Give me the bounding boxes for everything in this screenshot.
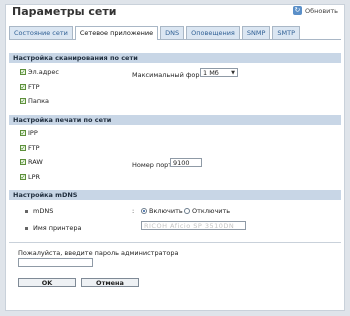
tab-notifications[interactable]: Оповещения (186, 26, 240, 39)
divider (9, 242, 341, 243)
checkbox-icon[interactable]: ✓ (20, 98, 26, 104)
tab-bar: Состояние сети Сетевое приложение DNS Оп… (9, 26, 341, 40)
tab-dns[interactable]: DNS (160, 26, 185, 39)
tab-smtp[interactable]: SMTP (272, 26, 300, 39)
tab-snmp[interactable]: SNMP (241, 26, 271, 39)
checkbox-icon[interactable]: ✓ (20, 145, 26, 151)
mdns-label-row: mDNS (25, 207, 53, 215)
cancel-button[interactable]: Отмена (81, 278, 139, 287)
tab-network-application[interactable]: Сетевое приложение (74, 26, 159, 40)
print-lpr-option[interactable]: ✓ LPR (20, 173, 40, 181)
checkbox-icon[interactable]: ✓ (20, 159, 26, 165)
printer-name-input[interactable]: RICOH Aficio SP 3510DN [XXXXXX] (141, 221, 246, 230)
radio-empty-icon[interactable] (184, 208, 190, 214)
print-ipp-option[interactable]: ✓ IPP (20, 129, 38, 137)
print-raw-option[interactable]: ✓ RAW (20, 158, 43, 166)
radio-selected-icon[interactable] (141, 208, 147, 214)
bullet-icon (25, 226, 28, 230)
tab-network-status[interactable]: Состояние сети (9, 26, 73, 39)
chevron-down-icon: ▼ (231, 69, 235, 76)
password-prompt: Пожалуйста, введите пароль администратор… (18, 249, 179, 257)
checkbox-icon[interactable]: ✓ (20, 174, 26, 180)
mdns-colon: : (132, 207, 135, 215)
page-title: Параметры сети (12, 5, 117, 18)
scan-ftp-option[interactable]: ✓ FTP (20, 83, 40, 91)
print-ftp-option[interactable]: ✓ FTP (20, 144, 40, 152)
scan-email-option[interactable]: ✓ Эл.адрес (20, 68, 59, 76)
checkbox-icon[interactable]: ✓ (20, 69, 26, 75)
checkbox-icon[interactable]: ✓ (20, 130, 26, 136)
bullet-icon (25, 209, 28, 213)
print-section-header: Настройка печати по сети (9, 115, 341, 125)
scan-section-header: Настройка сканирования по сети (9, 53, 341, 63)
refresh-button[interactable]: ↻ Обновить (292, 6, 338, 15)
mdns-disable-radio[interactable]: Отключить (184, 207, 230, 215)
checkbox-icon[interactable]: ✓ (20, 84, 26, 90)
printer-name-label-row: Имя принтера (25, 224, 82, 232)
port-number-input[interactable]: 9100 (170, 158, 202, 167)
mdns-enable-radio[interactable]: Включить (141, 207, 183, 215)
refresh-label: Обновить (304, 6, 338, 15)
max-format-select[interactable]: 1 Мб ▼ (200, 68, 238, 77)
mdns-section-header: Настройка mDNS (9, 190, 341, 200)
scan-folder-option[interactable]: ✓ Папка (20, 97, 49, 105)
password-input[interactable] (18, 258, 93, 267)
ok-button[interactable]: OK (18, 278, 76, 287)
refresh-icon: ↻ (292, 6, 302, 15)
